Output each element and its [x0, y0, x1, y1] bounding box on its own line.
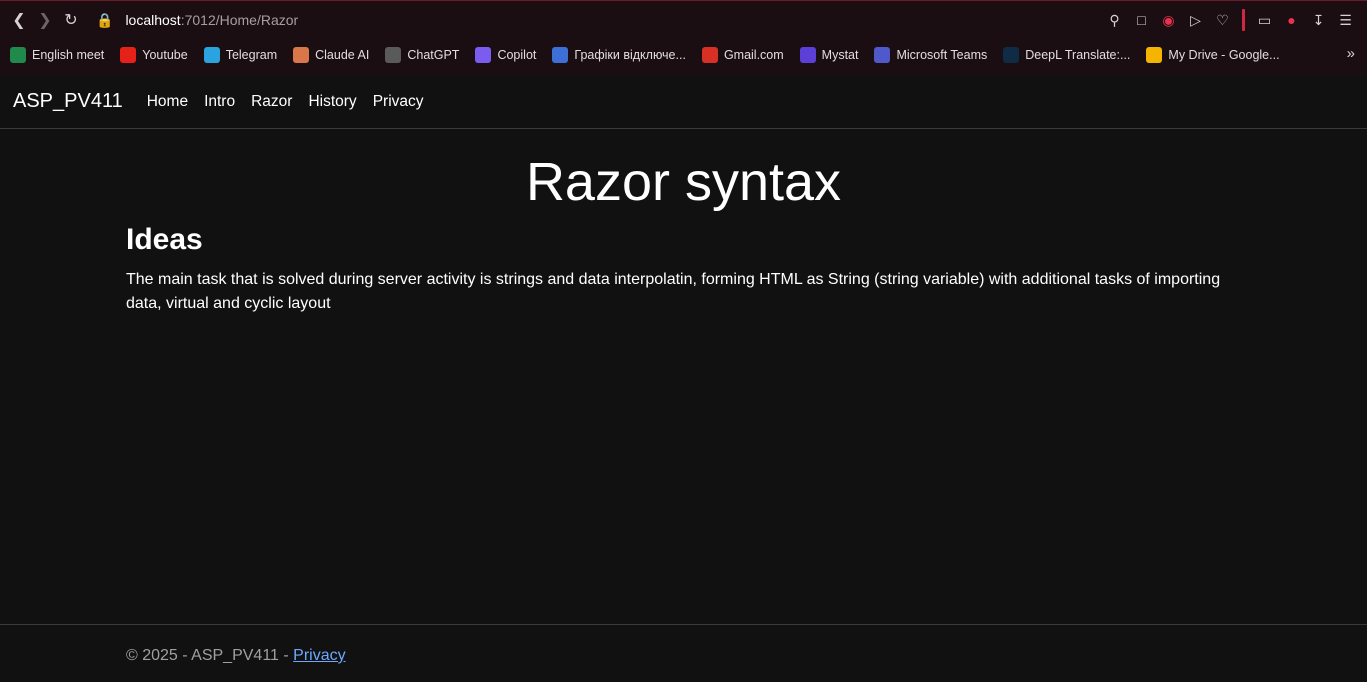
play-icon[interactable]: ▷ — [1184, 8, 1207, 32]
bookmark-label: Mystat — [821, 47, 859, 62]
google-meet-icon — [10, 46, 26, 63]
bookmark-label: My Drive - Google... — [1168, 47, 1280, 62]
deepl-icon — [1003, 46, 1020, 63]
address-bar-row: ❮ ❯ ↻ 🔒 localhost:7012/Home/Razor ⚲ □ ◉ … — [0, 1, 1367, 39]
power-icon — [552, 46, 569, 63]
bookmark-item[interactable]: Copilot — [475, 46, 537, 63]
nav-link-intro[interactable]: Intro — [204, 93, 235, 111]
pin-icon[interactable]: ⚲ — [1103, 8, 1126, 32]
copilot-icon — [475, 46, 492, 63]
bookmark-item[interactable]: English meet — [10, 46, 105, 63]
telegram-icon — [203, 46, 220, 63]
extensions-icon[interactable]: ▭ — [1253, 8, 1276, 32]
footer-privacy-link[interactable]: Privacy — [293, 647, 345, 664]
section-paragraph: The main task that is solved during serv… — [126, 271, 1221, 312]
bookmark-item[interactable]: DeepL Translate:... — [1003, 46, 1131, 63]
bookmark-label: DeepL Translate:... — [1025, 47, 1131, 62]
nav-link-razor[interactable]: Razor — [251, 93, 292, 111]
snapshot-icon[interactable]: □ — [1130, 8, 1153, 32]
bookmark-item[interactable]: Youtube — [120, 46, 188, 63]
browser-chrome: ❮ ❯ ↻ 🔒 localhost:7012/Home/Razor ⚲ □ ◉ … — [0, 0, 1367, 75]
bookmark-label: English meet — [32, 47, 105, 62]
back-icon[interactable]: ❮ — [6, 7, 32, 33]
bookmark-label: Microsoft Teams — [896, 47, 988, 62]
site-navbar: ASP_PV411 Home Intro Razor History Priva… — [0, 75, 1367, 129]
nav-link-privacy[interactable]: Privacy — [373, 93, 424, 111]
bookmark-label: Gmail.com — [723, 47, 784, 62]
toolbar-divider — [1242, 9, 1245, 31]
bookmark-item[interactable]: Mystat — [799, 46, 859, 63]
bookmark-label: Claude AI — [315, 47, 370, 62]
bookmarks-overflow-icon[interactable]: » — [1347, 45, 1355, 62]
bookmark-item[interactable]: Claude AI — [293, 46, 370, 63]
url-host: localhost — [125, 12, 181, 28]
site-footer: © 2025 - ASP_PV411 - Privacy — [0, 624, 1367, 682]
section-heading: Ideas — [126, 223, 203, 256]
bookmark-item[interactable]: Gmail.com — [701, 46, 784, 63]
reload-icon[interactable]: ↻ — [58, 7, 84, 33]
bookmark-item[interactable]: My Drive - Google... — [1146, 46, 1280, 63]
profile-icon[interactable]: ● — [1280, 8, 1303, 32]
site-brand[interactable]: ASP_PV411 — [13, 90, 123, 113]
page-title: Razor syntax — [525, 152, 842, 212]
gmail-icon — [701, 46, 718, 63]
chatgpt-icon — [385, 46, 402, 63]
bookmark-label: Youtube — [142, 47, 188, 62]
download-icon[interactable]: ↧ — [1307, 8, 1330, 32]
lock-icon[interactable]: 🔒 — [96, 12, 113, 29]
bookmark-label: Copilot — [497, 47, 537, 62]
bookmark-label: ChatGPT — [407, 47, 460, 62]
heart-icon[interactable]: ♡ — [1211, 8, 1234, 32]
main-content: Razor syntax Ideas The main task that is… — [0, 129, 1367, 624]
bookmark-item[interactable]: ChatGPT — [385, 46, 460, 63]
claude-icon — [293, 46, 310, 63]
mystat-icon — [799, 46, 816, 63]
nav-link-history[interactable]: History — [308, 93, 356, 111]
bookmark-label: Telegram — [225, 47, 278, 62]
address-bar[interactable]: 🔒 localhost:7012/Home/Razor — [96, 12, 298, 29]
forward-icon[interactable]: ❯ — [32, 7, 58, 33]
bookmark-item[interactable]: Microsoft Teams — [874, 46, 988, 63]
nav-link-home[interactable]: Home — [147, 93, 188, 111]
bookmark-label: Графіки відключе... — [574, 47, 686, 62]
footer-copyright: © 2025 - ASP_PV411 - — [126, 647, 294, 664]
footer-text: © 2025 - ASP_PV411 - Privacy — [126, 647, 346, 665]
google-drive-icon — [1146, 46, 1163, 63]
youtube-icon — [120, 46, 137, 63]
toolbar-icons: ⚲ □ ◉ ▷ ♡ ▭ ● ↧ ☰ — [1103, 8, 1357, 32]
teams-icon — [874, 46, 891, 63]
bookmark-item[interactable]: Графіки відключе... — [552, 46, 686, 63]
pocket-icon[interactable]: ◉ — [1157, 8, 1180, 32]
menu-icon[interactable]: ☰ — [1334, 8, 1357, 32]
url-path: :7012/Home/Razor — [180, 12, 299, 28]
bookmark-item[interactable]: Telegram — [203, 46, 278, 63]
bookmarks-bar: English meet Youtube Telegram Claude AI Chat… — [0, 39, 1367, 70]
